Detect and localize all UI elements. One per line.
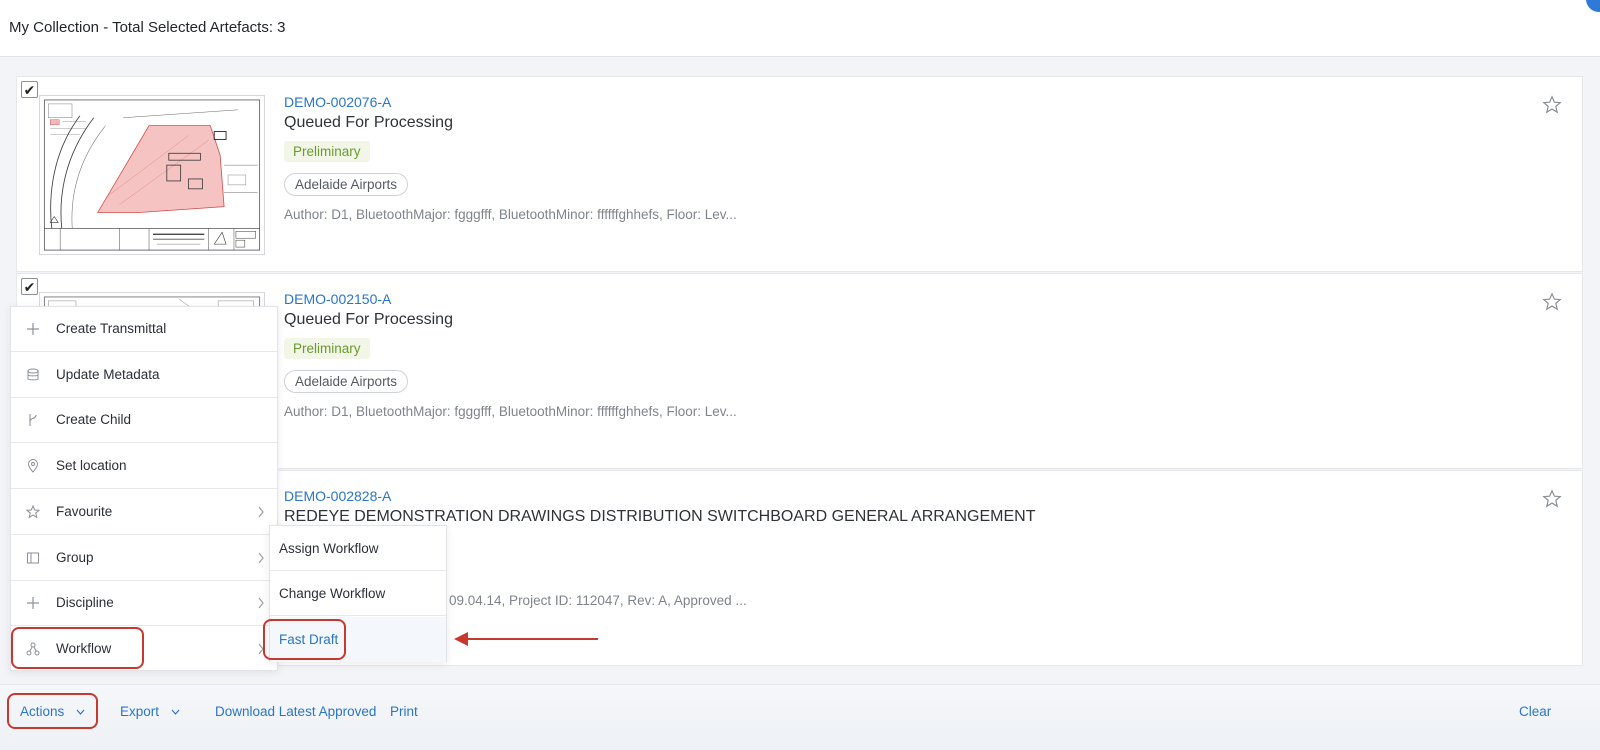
bottom-toolbar: Actions Export Download Latest Approved … [0,684,1600,750]
card-info: DEMO-002076-A Queued For Processing Prel… [284,94,1522,222]
star-icon [26,505,40,519]
organisation-tag[interactable]: Adelaide Airports [284,173,409,196]
menu-item-create-child[interactable]: Create Child [11,398,277,443]
submenu-item-label: Change Workflow [279,586,386,601]
menu-item-label: Set location [56,458,127,473]
chevron-down-icon [76,710,85,716]
plus-icon [27,323,39,335]
workflow-submenu: Assign Workflow Change Workflow Fast Dra… [269,525,447,662]
page-title: My Collection - Total Selected Artefacts… [9,19,286,36]
artefact-metadata: e: 09.04.14, Project ID: 112047, Rev: A,… [434,593,747,608]
card-checkbox[interactable]: ✔ [21,81,38,98]
branch-icon [29,414,37,426]
floor-plan-drawing [43,99,261,251]
menu-item-label: Create Child [56,412,132,427]
artefact-status: Queued For Processing [284,114,453,131]
star-icon[interactable] [1542,292,1562,312]
drawing-thumbnail[interactable] [39,95,265,255]
star-icon[interactable] [1542,489,1562,509]
submenu-item-fast-draft[interactable]: Fast Draft [270,617,446,662]
menu-item-label: Group [56,550,94,565]
stage-badge: Preliminary [284,338,370,359]
menu-item-favourite[interactable]: Favourite [11,490,277,535]
artefact-metadata: Author: D1, BluetoothMajor: fgggfff, Blu… [284,404,737,419]
stage-badge: Preliminary [284,141,370,162]
export-button[interactable]: Export [120,704,180,719]
menu-item-set-location[interactable]: Set location [11,444,277,489]
group-icon [27,552,39,564]
card-checkbox[interactable]: ✔ [21,278,38,295]
page-header: My Collection - Total Selected Artefacts… [0,0,1600,57]
actions-menu: Create Transmittal Update Metadata Creat… [10,306,278,671]
workflow-icon [26,642,40,656]
artefact-id-link[interactable]: DEMO-002150-A [284,291,1522,307]
menu-item-update-metadata[interactable]: Update Metadata [11,353,277,398]
actions-button[interactable]: Actions [20,704,85,719]
user-avatar[interactable] [1586,0,1600,12]
card-info: DEMO-002150-A Queued For Processing Prel… [284,291,1522,419]
menu-item-label: Update Metadata [56,367,160,382]
submenu-item-label: Fast Draft [279,632,339,647]
database-icon [27,368,39,381]
artefact-id-link[interactable]: DEMO-002076-A [284,94,1522,110]
artefact-status: REDEYE DEMONSTRATION DRAWINGS DISTRIBUTI… [284,508,1036,525]
actions-label: Actions [20,704,65,719]
menu-item-label: Favourite [56,504,113,519]
card-info: DEMO-002828-A REDEYE DEMONSTRATION DRAWI… [284,488,1522,526]
menu-item-create-transmittal[interactable]: Create Transmittal [11,307,277,352]
submenu-item-assign-workflow[interactable]: Assign Workflow [270,526,446,571]
artefact-metadata: Author: D1, BluetoothMajor: fgggfff, Blu… [284,207,737,222]
plus-icon [27,597,39,609]
artefact-status: Queued For Processing [284,311,453,328]
menu-item-label: Discipline [56,595,114,610]
submenu-item-label: Assign Workflow [279,541,379,556]
menu-item-discipline[interactable]: Discipline [11,581,277,626]
chevron-right-icon [258,552,264,564]
menu-item-workflow[interactable]: Workflow [11,627,277,672]
chevron-down-icon [171,710,180,716]
star-icon[interactable] [1542,95,1562,115]
artefact-card[interactable]: ✔ DEMO-002076-A Queued For Processing Pr… [16,76,1583,272]
organisation-tag[interactable]: Adelaide Airports [284,370,409,393]
clear-button[interactable]: Clear [1519,704,1551,719]
menu-item-label: Workflow [56,641,112,656]
chevron-right-icon [258,506,264,518]
annotation-arrow-icon [454,632,598,646]
menu-item-label: Create Transmittal [56,321,167,336]
print-button[interactable]: Print [390,704,418,719]
download-latest-approved-button[interactable]: Download Latest Approved [215,704,376,719]
export-label: Export [120,704,160,719]
chevron-right-icon [258,643,264,655]
chevron-right-icon [258,597,264,609]
location-pin-icon [27,459,39,473]
artefact-id-link[interactable]: DEMO-002828-A [284,488,1522,504]
submenu-item-change-workflow[interactable]: Change Workflow [270,571,446,616]
menu-item-group[interactable]: Group [11,536,277,581]
